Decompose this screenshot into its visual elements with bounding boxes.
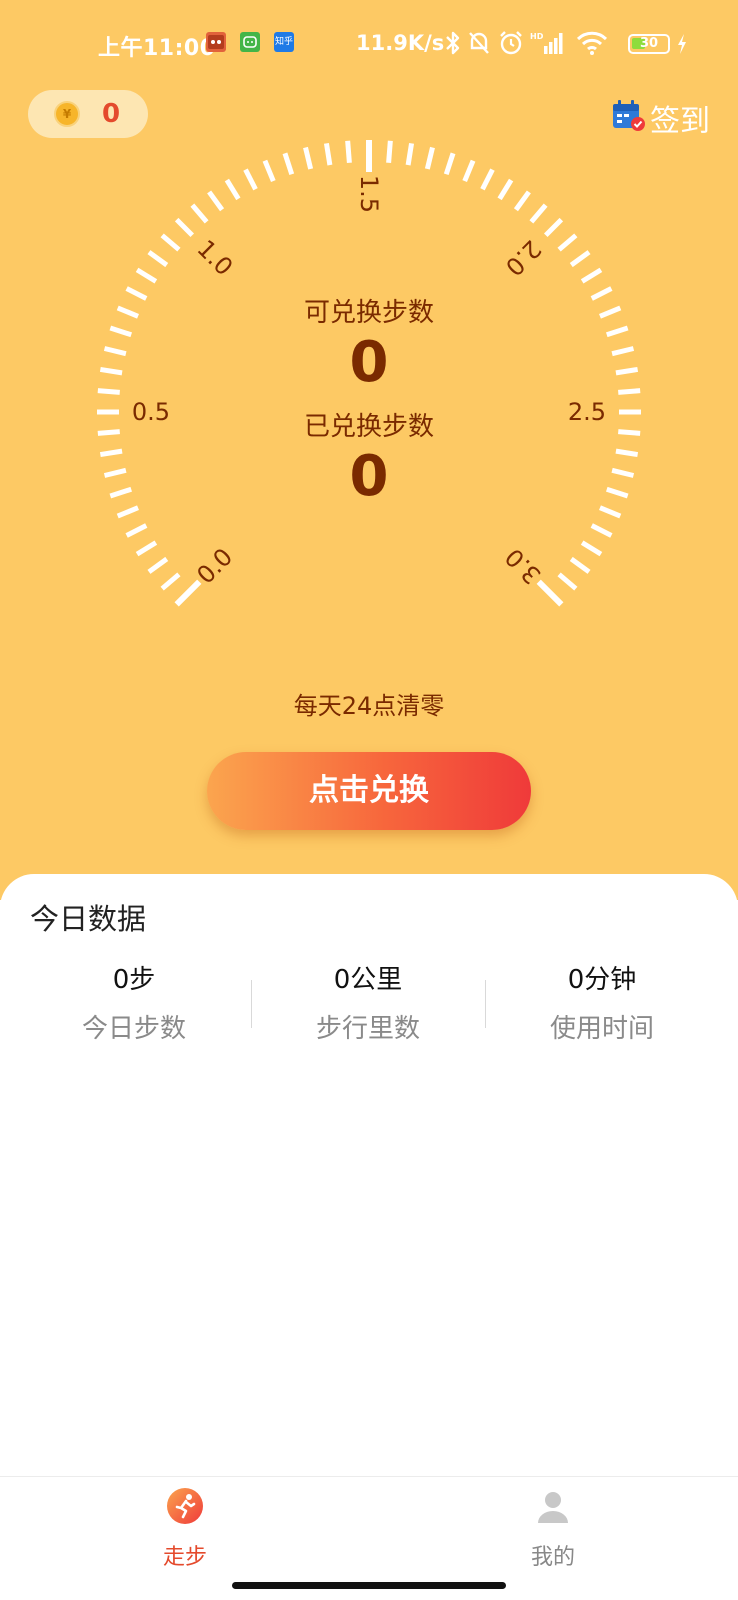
gauge-tick [207, 190, 225, 212]
gauge-tick [424, 146, 435, 170]
gauge-scale-label: 1.5 [355, 175, 383, 213]
gauge-tick [262, 159, 276, 182]
available-steps-label: 可兑换步数 [303, 298, 434, 328]
exchanged-steps-value: 0 [349, 444, 389, 509]
gauge-scale-label: 2.0 [500, 234, 547, 281]
gauge-tick [323, 142, 333, 166]
home-indicator [232, 1582, 506, 1589]
today-data-card: 今日数据 0步 今日步数 0公里 步行里数 0分钟 使用时间 [0, 874, 738, 1474]
gauge-tick [580, 540, 603, 557]
stat-time-value: 0分钟 [567, 965, 637, 995]
exchange-button[interactable]: 点击兑换 [207, 752, 531, 830]
gauge-tick [557, 572, 578, 591]
gauge-tick [480, 168, 495, 191]
gauge-tick [462, 159, 476, 182]
stat-time: 0分钟 使用时间 [485, 962, 719, 1045]
stat-steps-label: 今日步数 [81, 1014, 186, 1044]
stat-distance-label: 步行里数 [315, 1014, 420, 1044]
stat-distance-value: 0公里 [333, 965, 403, 995]
gauge-tick [345, 140, 352, 163]
gauge-tick [135, 267, 158, 284]
reset-note: 每天24点清零 [293, 692, 445, 720]
gauge-tick [536, 579, 564, 607]
gauge-tick [125, 523, 148, 538]
gauge-tick [135, 540, 158, 557]
gauge-tick [557, 233, 578, 252]
walk-icon [166, 1487, 204, 1525]
exchanged-steps-label: 已兑换步数 [303, 412, 434, 442]
user-icon [534, 1487, 572, 1525]
gauge-tick [529, 203, 548, 224]
gauge-tick [443, 152, 456, 176]
stat-time-label: 使用时间 [549, 1014, 654, 1044]
gauge-scale-label: 1.0 [191, 234, 238, 281]
gauge-tick [174, 217, 194, 237]
gauge-tick [497, 178, 514, 201]
stat-steps: 0步 今日步数 [17, 962, 251, 1045]
gauge-tick [160, 233, 181, 252]
nav-label-mine: 我的 [530, 1545, 575, 1570]
available-steps-value: 0 [349, 330, 389, 395]
gauge-tick [224, 178, 241, 201]
gauge-tick [569, 250, 591, 268]
gauge-tick [569, 556, 591, 574]
nav-item-walk[interactable]: 走步 [125, 1487, 245, 1571]
gauge-tick [190, 203, 209, 224]
gauge-tick [386, 140, 393, 163]
gauge-tick [405, 142, 415, 166]
gauge-tick [174, 579, 202, 607]
today-data-title: 今日数据 [30, 902, 147, 936]
gauge-tick [303, 146, 314, 170]
gauge-tick [580, 267, 603, 284]
gauge-tick [243, 168, 258, 191]
gauge-tick [160, 572, 181, 591]
stat-steps-value: 0步 [112, 965, 156, 995]
gauge-tick [590, 523, 613, 538]
nav-label-walk: 走步 [162, 1545, 207, 1570]
gauge-tick [147, 250, 169, 268]
nav-item-mine[interactable]: 我的 [493, 1487, 613, 1571]
gauge-tick [513, 190, 531, 212]
gauge-tick [147, 556, 169, 574]
gauge-tick [282, 152, 295, 176]
gauge-tick [544, 217, 564, 237]
stat-distance: 0公里 步行里数 [251, 962, 485, 1045]
